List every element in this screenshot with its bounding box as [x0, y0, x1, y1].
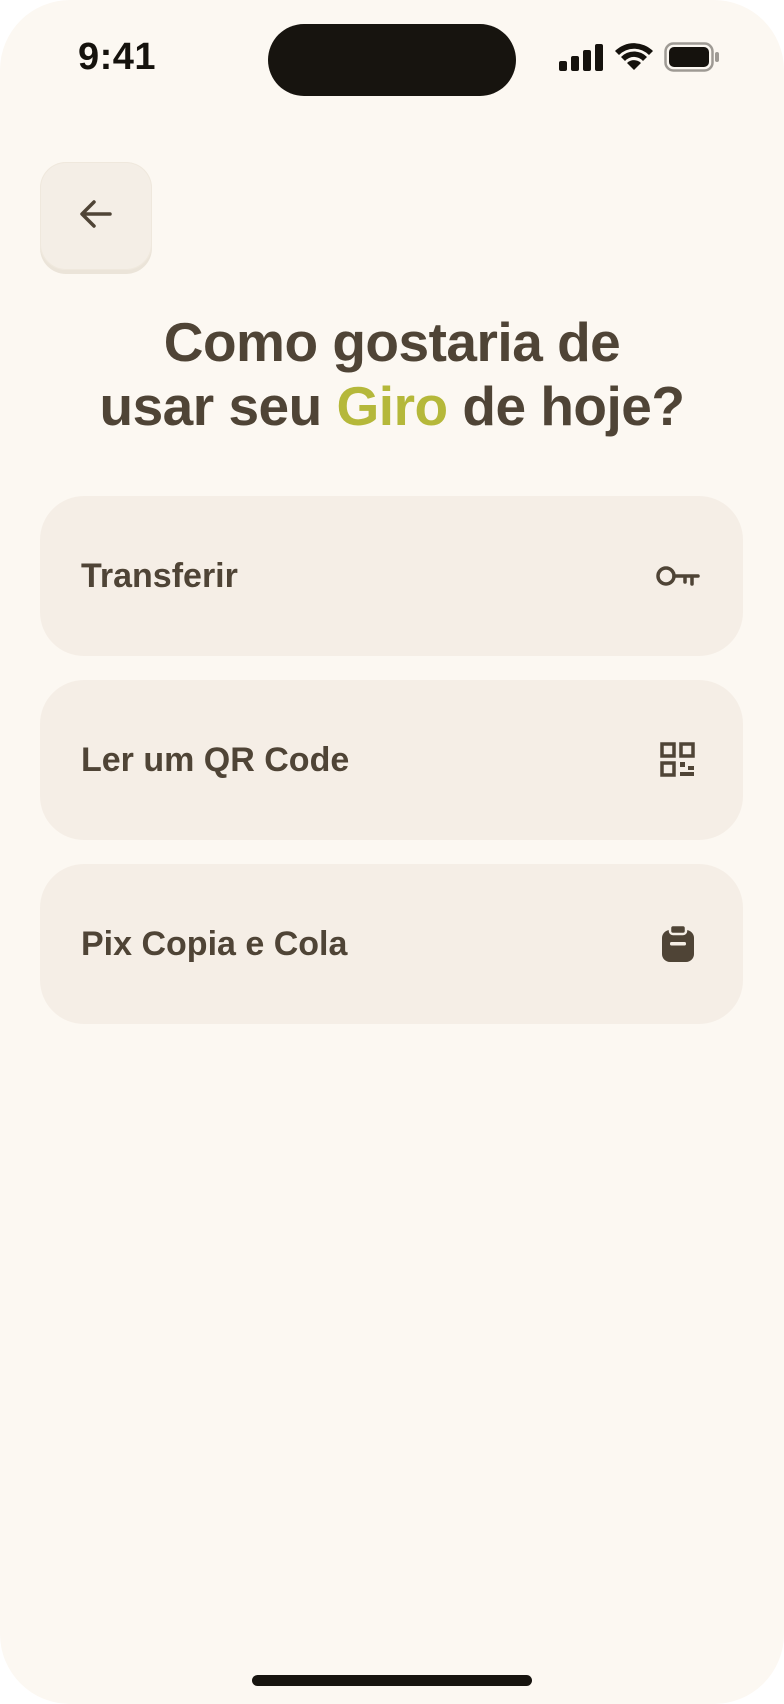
home-indicator[interactable] — [252, 1675, 532, 1686]
option-label: Ler um QR Code — [81, 740, 350, 779]
app-screen: 9:41 Como gostaria de usar seu Giro de h… — [0, 0, 784, 1704]
qr-code-icon — [655, 737, 701, 783]
page-title-text-before: usar seu — [99, 375, 337, 437]
option-ler-qr-code[interactable]: Ler um QR Code — [40, 680, 743, 840]
option-label: Pix Copia e Cola — [81, 924, 348, 963]
battery-icon — [664, 42, 720, 72]
clipboard-icon — [655, 921, 701, 967]
page-title-line-1: Como gostaria de — [163, 311, 621, 373]
arrow-left-icon — [79, 199, 113, 234]
status-time: 9:41 — [78, 36, 157, 78]
page-title-line-2: usar seu Giro de hoje? — [0, 374, 784, 438]
brand-accent-text: Giro — [336, 375, 449, 437]
status-icons — [558, 42, 720, 72]
cellular-signal-icon — [558, 43, 604, 71]
page-title-text-after: de hoje? — [447, 375, 685, 437]
key-icon — [655, 553, 701, 599]
option-pix-copia-e-cola[interactable]: Pix Copia e Cola — [40, 864, 743, 1024]
wifi-icon — [614, 42, 654, 72]
option-transferir[interactable]: Transferir — [40, 496, 743, 656]
page-title: Como gostaria de usar seu Giro de hoje? — [0, 310, 784, 438]
option-label: Transferir — [81, 556, 238, 595]
back-button[interactable] — [40, 162, 152, 270]
dynamic-island — [268, 24, 516, 96]
